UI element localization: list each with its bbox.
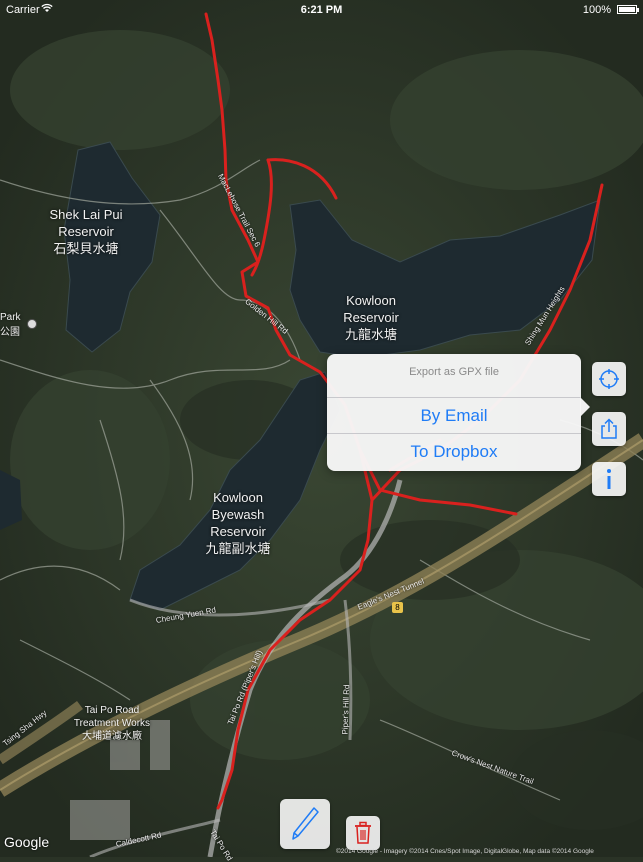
pencil-icon — [292, 807, 319, 840]
locate-button[interactable] — [592, 362, 626, 396]
crosshair-icon — [599, 369, 619, 389]
export-to-dropbox-button[interactable]: To Dropbox — [327, 434, 581, 470]
clock: 6:21 PM — [300, 4, 343, 16]
popover-title: Export as GPX file — [327, 354, 581, 398]
battery-percent: 100% — [582, 4, 611, 16]
info-button[interactable] — [592, 462, 626, 496]
share-icon — [601, 418, 617, 439]
info-icon — [607, 469, 611, 489]
battery-icon — [617, 5, 639, 14]
road-label-pipers-hill: Piper's Hill Rd — [340, 684, 352, 735]
map-attribution[interactable]: ©2014 Google - Imagery ©2014 Cnes/Spot I… — [336, 848, 594, 855]
place-label-tai-po-road-works: Tai Po Road Treatment Works 大埔道濾水廠 — [73, 705, 151, 742]
export-popover: Export as GPX file By Email To Dropbox — [327, 354, 590, 471]
share-button[interactable] — [592, 412, 626, 446]
status-bar: Carrier 6:21 PM 100% — [0, 0, 643, 20]
google-logo: Google — [4, 834, 50, 850]
trash-icon — [355, 821, 371, 844]
draw-track-button[interactable] — [280, 799, 330, 849]
route-8-shield: 8 — [392, 602, 403, 613]
place-label-shek-lai-pui: Shek Lai Pui Reservoir 石梨貝水塘 — [49, 207, 123, 256]
place-label-kowloon-reservoir: Kowloon Reservoir 九龍水塘 — [343, 293, 399, 342]
park-marker — [27, 319, 37, 329]
place-label-kowloon-byewash: Kowloon Byewash Reservoir 九龍副水塘 — [205, 490, 271, 556]
export-by-email-button[interactable]: By Email — [327, 398, 581, 434]
delete-track-button[interactable] — [346, 816, 380, 850]
place-label-park: Park 公園 — [0, 312, 21, 338]
